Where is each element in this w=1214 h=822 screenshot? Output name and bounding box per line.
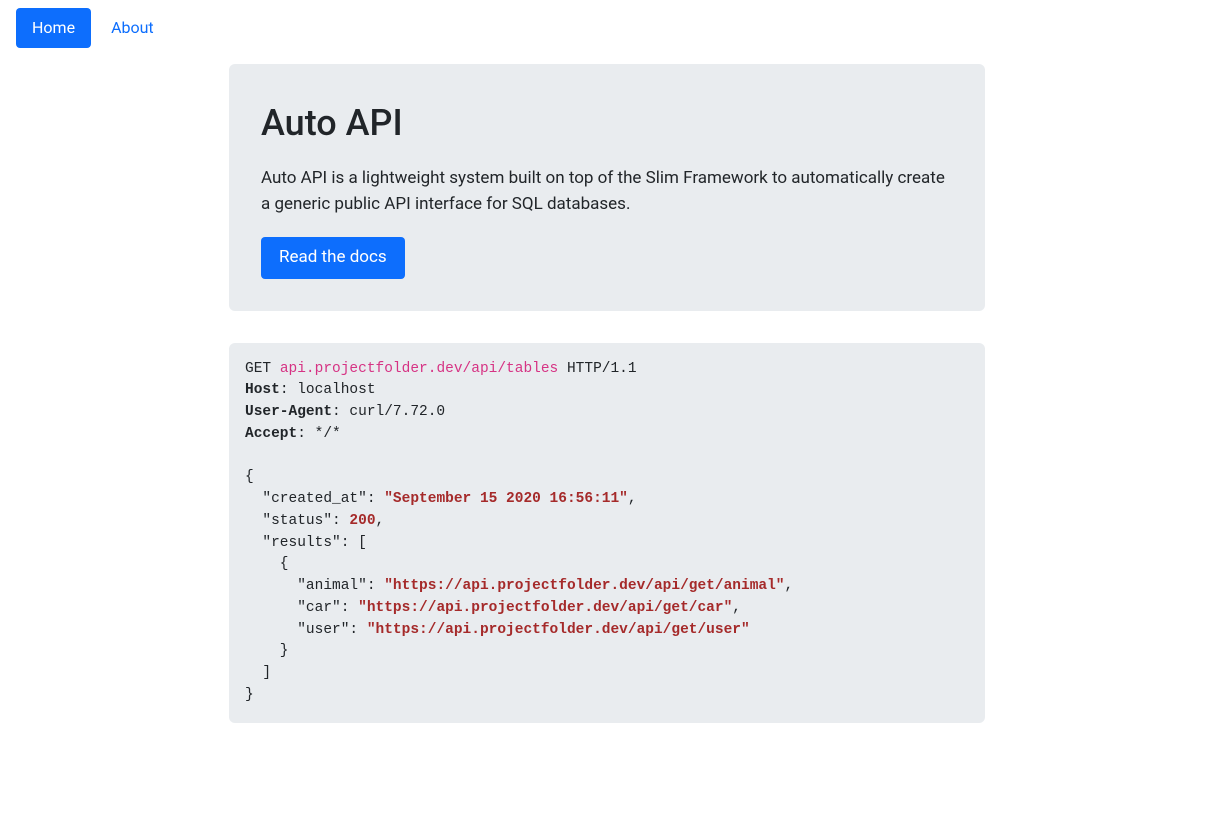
jumbotron: Auto API Auto API is a lightweight syste… xyxy=(229,64,985,311)
nav-home[interactable]: Home xyxy=(16,8,91,48)
nav-about[interactable]: About xyxy=(95,8,170,48)
page-description: Auto API is a lightweight system built o… xyxy=(261,166,953,217)
read-docs-button[interactable]: Read the docs xyxy=(261,237,405,279)
code-sample: GET api.projectfolder.dev/api/tables HTT… xyxy=(229,343,985,723)
page-title: Auto API xyxy=(261,96,953,150)
main-container: Auto API Auto API is a lightweight syste… xyxy=(217,64,997,723)
navbar: Home About xyxy=(0,0,1214,56)
